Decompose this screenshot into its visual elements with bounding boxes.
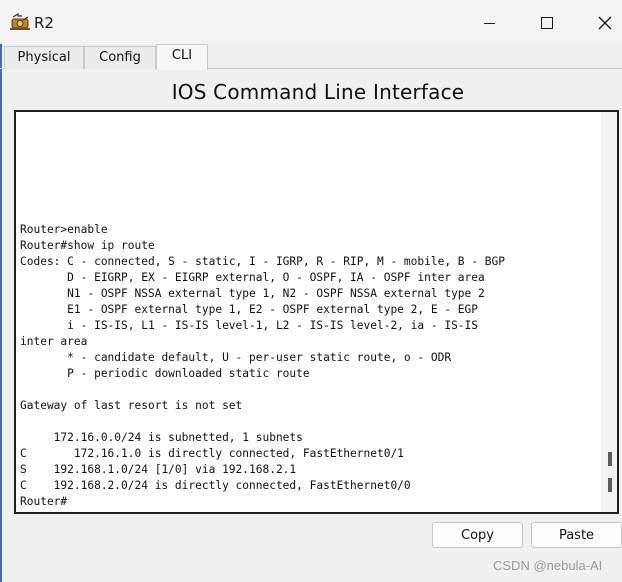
terminal-line: * - candidate default, U - per-user stat… <box>20 351 452 364</box>
terminal-line: C 172.16.1.0 is directly connected, Fast… <box>20 447 404 460</box>
router-icon <box>10 12 32 33</box>
terminal-line: Gateway of last resort is not set <box>20 399 243 412</box>
terminal-line: P - periodic downloaded static route <box>20 367 310 380</box>
terminal-line: 172.16.0.0/24 is subnetted, 1 subnets <box>20 431 303 444</box>
minimize-button[interactable] <box>466 8 512 38</box>
terminal-line: Router#show ip route <box>20 239 155 252</box>
maximize-button[interactable] <box>524 8 570 38</box>
terminal-line: i - IS-IS, L1 - IS-IS level-1, L2 - IS-I… <box>20 319 479 332</box>
page-title: IOS Command Line Interface <box>171 80 465 104</box>
window-title: R2 <box>34 14 54 32</box>
title-bar: R2 <box>0 0 622 44</box>
tab-config[interactable]: Config <box>84 46 156 69</box>
terminal-line: N1 - OSPF NSSA external type 1, N2 - OSP… <box>20 287 485 300</box>
copy-button[interactable]: Copy <box>432 522 523 548</box>
maximize-icon <box>541 17 553 29</box>
minimize-icon <box>483 22 495 24</box>
terminal-line: C 192.168.2.0/24 is directly connected, … <box>20 479 411 492</box>
close-icon <box>598 16 612 30</box>
tab-physical[interactable]: Physical <box>4 46 84 69</box>
tab-bar: Physical Config CLI <box>0 44 622 70</box>
scrollbar-thumb[interactable] <box>608 478 612 492</box>
terminal-line: inter area <box>20 335 88 348</box>
terminal-line: Codes: C - connected, S - static, I - IG… <box>20 255 505 268</box>
terminal-line: E1 - OSPF external type 1, E2 - OSPF ext… <box>20 303 479 316</box>
terminal-line: Router>enable <box>20 223 108 236</box>
close-button[interactable] <box>582 8 622 38</box>
tab-cli[interactable]: CLI <box>156 44 208 70</box>
scrollbar-marker <box>608 452 612 466</box>
terminal-prompt: Router# <box>20 495 68 508</box>
paste-button[interactable]: Paste <box>531 522 622 548</box>
terminal-output: Router>enable Router#show ip route Codes… <box>20 222 505 510</box>
cli-terminal[interactable]: Router>enable Router#show ip route Codes… <box>14 110 619 514</box>
watermark: CSDN @nebula-AI <box>493 558 603 573</box>
terminal-line: D - EIGRP, EX - EIGRP external, O - OSPF… <box>20 271 485 284</box>
terminal-line: S 192.168.1.0/24 [1/0] via 192.168.2.1 <box>20 463 297 476</box>
